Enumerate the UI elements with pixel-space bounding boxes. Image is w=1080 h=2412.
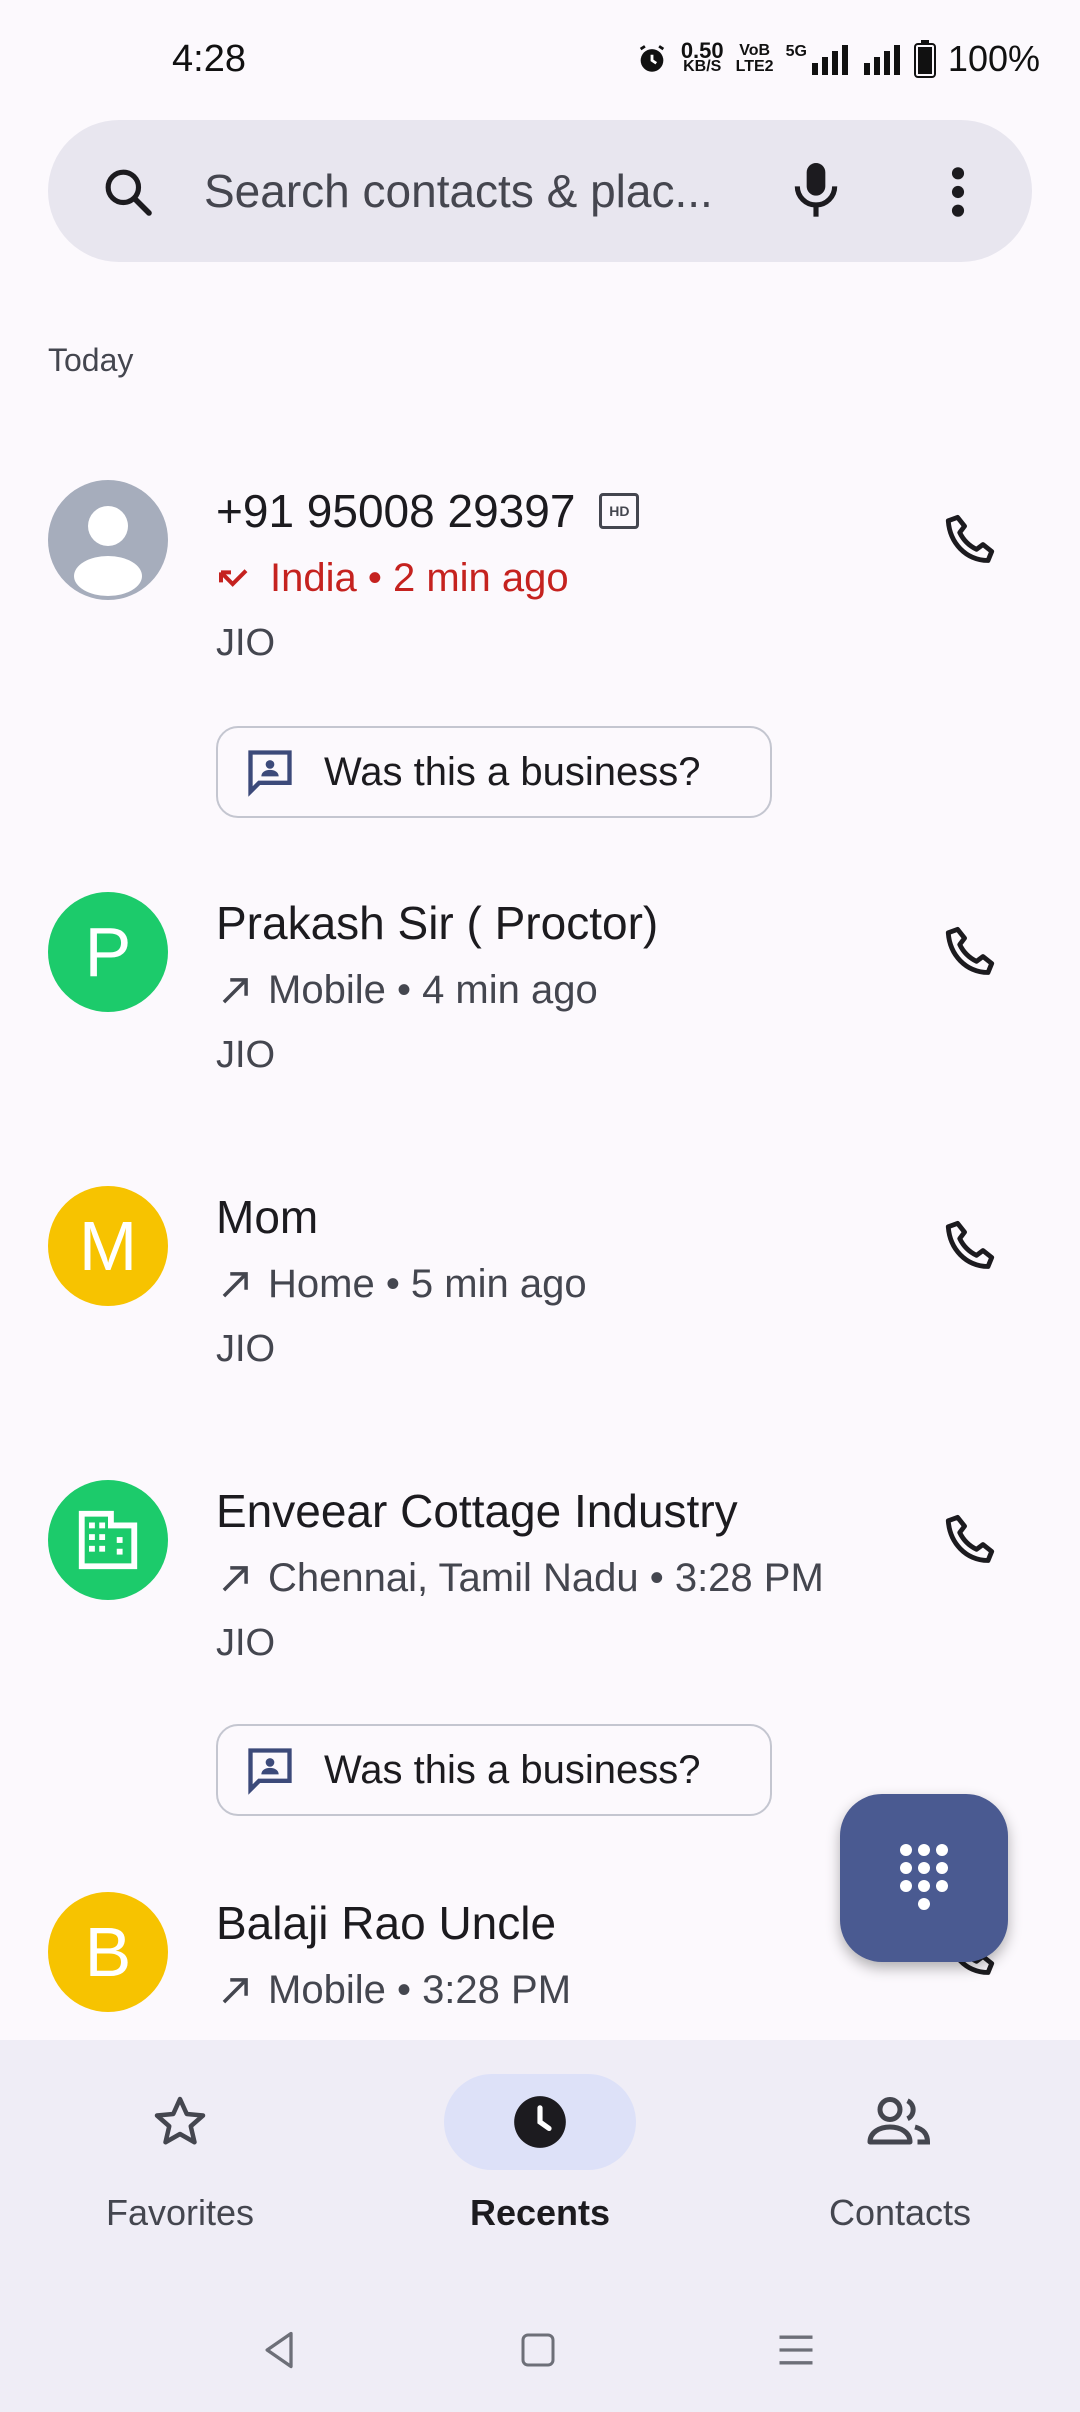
avatar-letter: P	[84, 913, 132, 991]
people-icon	[867, 2097, 931, 2145]
business-prompt-chip[interactable]: Was this a business?	[216, 726, 772, 818]
hd-badge: HD	[599, 493, 640, 529]
outgoing-call-icon	[222, 977, 248, 1003]
battery-icon	[913, 40, 936, 78]
phone-icon	[945, 926, 995, 975]
call-detail: Mobile • 4 min ago	[216, 968, 598, 1013]
mic-icon[interactable]	[788, 160, 844, 222]
avatar: M	[48, 1186, 168, 1306]
volte-top: VoB	[739, 42, 771, 59]
call-detail-text: Home • 5 min ago	[268, 1262, 587, 1306]
avatar	[48, 480, 168, 600]
search-input[interactable]: Search contacts & plac...	[204, 164, 804, 218]
phone-icon	[945, 1514, 995, 1563]
business-prompt-chip[interactable]: Was this a business?	[216, 1724, 772, 1816]
business-prompt-label: Was this a business?	[324, 749, 701, 794]
call-name: Mom	[216, 1191, 319, 1243]
call-button[interactable]	[936, 916, 1008, 988]
battery-percent: 100%	[947, 38, 1040, 79]
business-avatar-icon	[78, 1510, 138, 1570]
signal-icon	[811, 45, 848, 75]
business-prompt-label: Was this a business?	[324, 1747, 701, 1792]
outgoing-call-icon	[222, 1271, 248, 1297]
back-icon	[265, 2331, 293, 2369]
network-type: 5G	[785, 43, 807, 60]
avatar-letter: B	[84, 1913, 132, 1991]
home-square-icon	[521, 2333, 555, 2367]
signal-5g: 5G	[786, 43, 850, 75]
call-name: +91 95008 29397 HD	[216, 484, 640, 538]
call-button[interactable]	[936, 1210, 1008, 1282]
phone-icon	[945, 1220, 995, 1269]
net-speed: 0.50 KB/S	[680, 38, 724, 75]
signal-icon-2	[863, 45, 900, 75]
net-speed-value: 0.50	[680, 38, 724, 63]
avatar: P	[48, 892, 168, 1012]
star-icon	[154, 2096, 206, 2145]
status-icons: 0.50 KB/S VoB LTE2 5G 100%	[635, 38, 1040, 80]
business-feedback-icon	[248, 750, 292, 797]
outgoing-call-icon	[222, 1565, 248, 1591]
call-detail-text: Chennai, Tamil Nadu • 3:28 PM	[268, 1556, 824, 1600]
status-bar: 4:28 0.50 KB/S VoB LTE2 5G 100%	[0, 0, 1080, 110]
nav-contacts[interactable]: Contacts	[720, 2040, 1080, 2300]
avatar-letter: M	[78, 1207, 138, 1285]
call-detail-text: Mobile • 4 min ago	[268, 968, 598, 1012]
call-number: +91 95008 29397	[216, 485, 576, 537]
avatar	[48, 1480, 168, 1600]
status-time: 4:28	[172, 38, 246, 80]
call-carrier: JIO	[216, 622, 276, 664]
dialpad-fab[interactable]	[840, 1794, 1008, 1962]
clock-icon	[514, 2096, 566, 2148]
nav-label: Favorites	[105, 2192, 255, 2233]
call-log-item[interactable]: Enveear Cottage Industry Chennai, Tamil …	[0, 1470, 1080, 1830]
nav-label: Recents	[469, 2192, 611, 2233]
call-name: Enveear Cottage Industry	[216, 1485, 738, 1537]
nav-icon-container	[444, 2074, 636, 2170]
call-detail: India • 2 min ago	[216, 556, 569, 601]
call-carrier: JIO	[216, 1034, 276, 1076]
call-button[interactable]	[936, 1504, 1008, 1576]
volte-indicator: VoB LTE2	[736, 43, 774, 75]
avatar: B	[48, 1892, 168, 2012]
nav-favorites[interactable]: Favorites	[0, 2040, 360, 2300]
section-header-today: Today	[48, 342, 134, 378]
phone-icon	[945, 514, 995, 563]
call-detail-text: Mobile • 3:28 PM	[268, 1968, 572, 2012]
dialpad-icon	[900, 1844, 948, 1910]
net-speed-unit: KB/S	[683, 58, 722, 75]
back-button[interactable]	[250, 2320, 310, 2380]
call-detail: Mobile • 3:28 PM	[216, 1968, 571, 2013]
nav-recents[interactable]: Recents	[360, 2040, 720, 2300]
volte-bottom: LTE2	[735, 58, 774, 75]
person-avatar-icon	[74, 506, 142, 596]
recents-apps-button[interactable]	[766, 2320, 826, 2380]
more-options-icon[interactable]	[948, 164, 968, 220]
nav-label: Contacts	[828, 2192, 972, 2233]
missed-call-icon	[219, 568, 248, 587]
call-log-item[interactable]: +91 95008 29397 HD India • 2 min ago JIO…	[0, 470, 1080, 840]
call-button[interactable]	[936, 504, 1008, 576]
call-carrier: JIO	[216, 1622, 276, 1664]
home-button[interactable]	[508, 2320, 568, 2380]
call-detail: Chennai, Tamil Nadu • 3:28 PM	[216, 1556, 824, 1601]
call-detail: Home • 5 min ago	[216, 1262, 587, 1307]
system-navigation-bar	[0, 2290, 1080, 2412]
call-log-item[interactable]: M Mom Home • 5 min ago JIO	[0, 1176, 1080, 1416]
call-log-item[interactable]: P Prakash Sir ( Proctor) Mobile • 4 min …	[0, 882, 1080, 1122]
call-name: Balaji Rao Uncle	[216, 1897, 557, 1949]
alarm-icon	[639, 45, 664, 72]
search-icon[interactable]	[100, 164, 156, 220]
nav-icon-container	[84, 2074, 276, 2170]
search-bar[interactable]: Search contacts & plac...	[48, 120, 1032, 262]
outgoing-call-icon	[222, 1977, 248, 2003]
call-carrier: JIO	[216, 1328, 276, 1370]
menu-icon	[779, 2335, 813, 2365]
nav-icon-container	[804, 2074, 996, 2170]
call-name: Prakash Sir ( Proctor)	[216, 897, 659, 949]
call-detail-text: India • 2 min ago	[270, 556, 569, 600]
business-feedback-icon	[248, 1748, 292, 1795]
